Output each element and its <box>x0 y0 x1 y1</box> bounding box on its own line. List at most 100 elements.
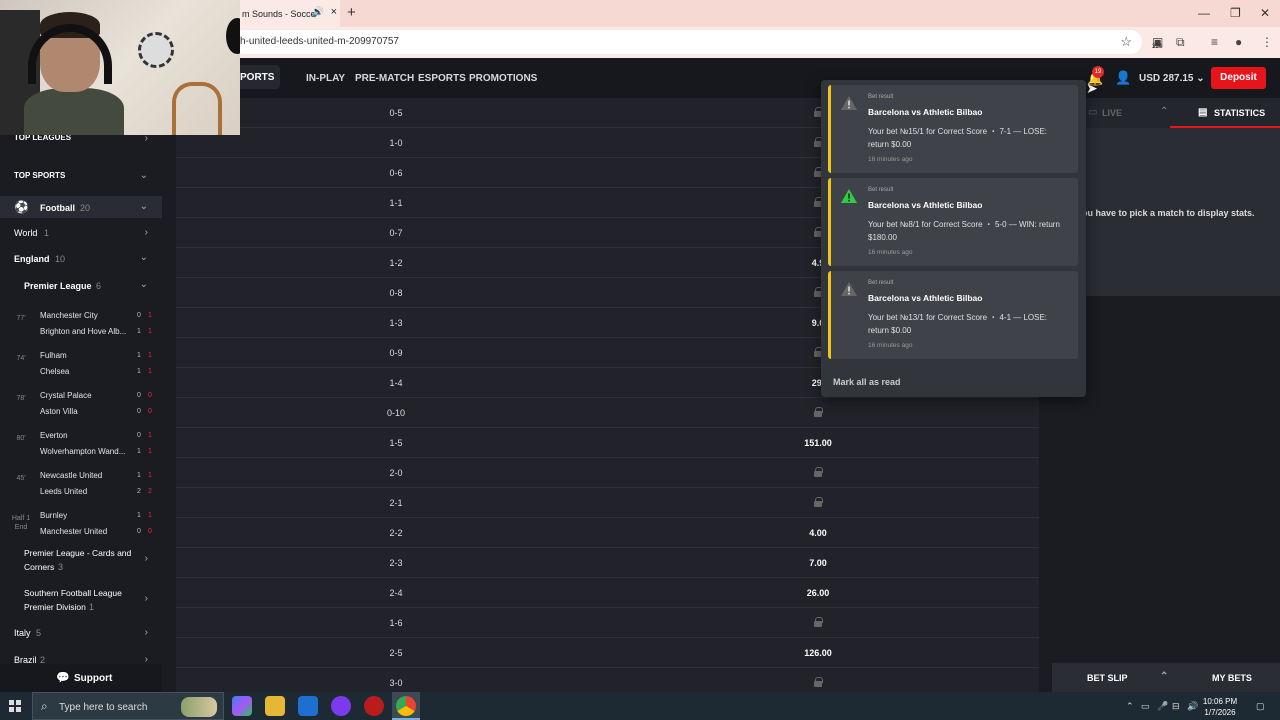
market-row[interactable]: 2-3 7.00 <box>176 548 1039 578</box>
balance-display[interactable]: USD 287.15 ⌄ <box>1139 73 1205 84</box>
market-row[interactable]: 2-4 26.00 <box>176 578 1039 608</box>
network-icon[interactable]: ⊟ <box>1172 701 1180 712</box>
panel-tabs: ▭ LIVE ⌃ ▤ STATISTICS <box>1052 98 1280 128</box>
media-control-icon[interactable]: ≡ <box>1211 35 1218 49</box>
taskbar-search[interactable]: ⌕ Type here to search <box>32 692 224 720</box>
windows-start-icon[interactable] <box>9 700 21 712</box>
address-bar[interactable]: h-united-leeds-united-m-209970757 ☆ <box>232 30 1142 54</box>
webcam-overlay <box>0 0 240 135</box>
mark-all-read-button[interactable]: Mark all as read <box>833 377 901 387</box>
sidebar-item-pl-cards[interactable]: Premier League - Cards and Corners 3 › <box>0 548 162 578</box>
new-tab-icon[interactable]: + <box>347 4 356 21</box>
match-red2: 1 <box>148 448 152 455</box>
market-row[interactable]: 1-5 151.00 <box>176 428 1039 458</box>
chrome-taskbar-button[interactable] <box>392 692 420 720</box>
close-tab-icon[interactable]: × <box>331 6 337 18</box>
browser-tab[interactable]: m Sounds - Socce 🔊 × <box>240 0 340 27</box>
score-label: 0-8 <box>389 288 403 298</box>
notification-count-badge: 19 <box>1092 66 1104 78</box>
app-icon[interactable] <box>331 696 351 716</box>
notifications-icon[interactable]: ▢ <box>1256 701 1265 712</box>
pl-cards-count: 3 <box>58 562 64 572</box>
market-row[interactable]: 2-5 126.00 <box>176 638 1039 668</box>
match-score1: 0 <box>137 312 141 319</box>
user-icon[interactable]: 👤 <box>1115 70 1131 86</box>
chevron-up-icon[interactable]: ⌃ <box>1160 671 1168 682</box>
odds-value[interactable]: 4.00 <box>776 528 860 538</box>
taskbar-clock[interactable]: 10:06 PM 1/7/2026 <box>1196 696 1244 718</box>
match-row[interactable]: 78' Crystal Palace Aston Villa 0 0 0 0 <box>0 381 162 421</box>
match-team2: Aston Villa <box>40 407 78 416</box>
support-label: Support <box>74 673 113 684</box>
nav-esports[interactable]: ESPORTS <box>418 73 466 84</box>
notification-item[interactable]: Bet result Barcelona vs Athletic Bilbao … <box>828 178 1078 266</box>
score-label: 1-6 <box>389 618 403 628</box>
statistics-panel: ▭ LIVE ⌃ ▤ STATISTICS ou have to pick a … <box>1052 98 1280 296</box>
market-row[interactable]: 1-6 <box>176 608 1039 638</box>
puzzle-icon[interactable]: ⧉ <box>1176 35 1185 50</box>
notification-item[interactable]: Bet result Barcelona vs Athletic Bilbao … <box>828 271 1078 359</box>
sidebar-top-sports[interactable]: TOP SPORTS <box>14 171 176 180</box>
restore-icon[interactable]: ❐ <box>1230 6 1241 20</box>
tab-live[interactable]: LIVE <box>1102 108 1122 118</box>
minimize-icon[interactable]: — <box>1198 6 1210 20</box>
profile-icon[interactable]: ● <box>1235 35 1242 49</box>
odds-value[interactable]: 151.00 <box>776 438 860 448</box>
italy-count: 5 <box>36 628 42 638</box>
premier-league-count: 6 <box>96 281 102 291</box>
england-count: 10 <box>55 254 66 264</box>
file-explorer-icon[interactable] <box>265 696 285 716</box>
copilot-icon[interactable] <box>232 696 252 716</box>
tv-icon: ▭ <box>1088 107 1098 118</box>
market-row[interactable]: 0-10 <box>176 398 1039 428</box>
market-row[interactable]: 2-2 4.00 <box>176 518 1039 548</box>
market-row[interactable]: 2-0 <box>176 458 1039 488</box>
match-red1: 1 <box>148 432 152 439</box>
tray-app-icon[interactable]: ▭ <box>1141 701 1150 712</box>
notification-dropdown: Bet result Barcelona vs Athletic Bilbao … <box>821 80 1086 397</box>
nav-in-play[interactable]: IN-PLAY <box>306 73 345 84</box>
notification-time: 16 minutes ago <box>868 249 913 256</box>
odds-value[interactable]: 26.00 <box>776 588 860 598</box>
odds-value[interactable]: 126.00 <box>776 648 860 658</box>
match-team1: Fulham <box>40 351 67 360</box>
support-button[interactable]: 💬 Support <box>0 664 162 692</box>
match-score1: 0 <box>137 432 141 439</box>
score-label: 2-1 <box>389 498 403 508</box>
score-label: 2-4 <box>389 588 403 598</box>
app-icon-2[interactable] <box>364 696 384 716</box>
match-row[interactable]: 80' Everton Wolverhampton Wand... 0 1 1 … <box>0 421 162 461</box>
match-row[interactable]: 74' Fulham Chelsea 1 1 1 1 <box>0 341 162 381</box>
sidebar-item-southern-league[interactable]: Southern Football League Premier Divisio… <box>0 588 162 618</box>
match-time: 74' <box>16 355 26 362</box>
browser-tab-title: m Sounds - Socce <box>242 9 316 19</box>
match-row[interactable]: Half 1 End Burnley Manchester United 1 0… <box>0 501 162 541</box>
my-bets-tab[interactable]: MY BETS <box>1212 673 1252 683</box>
score-label: 1-4 <box>389 378 403 388</box>
match-score2: 1 <box>137 368 141 375</box>
match-team1: Crystal Palace <box>40 391 92 400</box>
match-row[interactable]: 45' Newcastle United Leeds United 1 2 1 … <box>0 461 162 501</box>
store-icon[interactable] <box>298 696 318 716</box>
deposit-button[interactable]: Deposit <box>1211 67 1266 89</box>
match-row[interactable]: 77' Manchester City Brighton and Hove Al… <box>0 301 162 341</box>
sidebar-item-football[interactable]: ⚽ Football 20 ⌄ <box>0 196 162 218</box>
score-label: 0-6 <box>389 168 403 178</box>
tab-statistics[interactable]: ▤ STATISTICS <box>1170 98 1280 128</box>
bet-slip-tab[interactable]: BET SLIP <box>1087 673 1128 683</box>
close-window-icon[interactable]: ✕ <box>1260 6 1270 20</box>
chevron-up-icon[interactable]: ⌃ <box>1160 106 1168 117</box>
match-score1: 1 <box>137 352 141 359</box>
menu-dots-icon[interactable]: ⋮ <box>1261 35 1273 49</box>
market-row[interactable]: 2-1 <box>176 488 1039 518</box>
notification-item[interactable]: Bet result Barcelona vs Athletic Bilbao … <box>828 85 1078 173</box>
speaker-icon[interactable]: 🔊 <box>312 7 324 18</box>
nav-pre-match[interactable]: PRE-MATCH <box>355 73 414 84</box>
bookmark-star-icon[interactable]: ☆ <box>1120 34 1132 50</box>
match-red1: 1 <box>148 512 152 519</box>
microphone-icon[interactable]: 🎤 <box>1157 701 1168 712</box>
nav-promotions[interactable]: PROMOTIONS <box>469 73 537 84</box>
chevron-up-icon[interactable]: ⌃ <box>1126 701 1134 712</box>
odds-value[interactable]: 7.00 <box>776 558 860 568</box>
match-time: 45' <box>16 475 26 482</box>
